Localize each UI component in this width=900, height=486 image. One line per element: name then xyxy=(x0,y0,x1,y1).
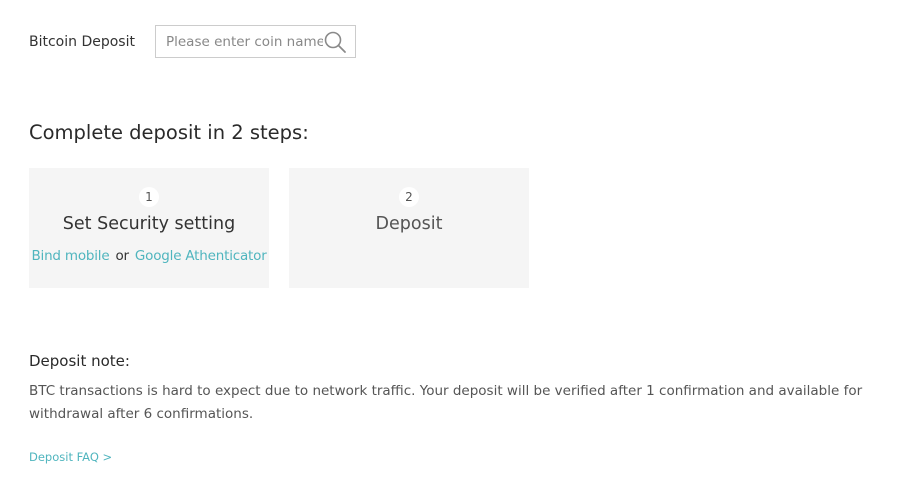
deposit-note-title: Deposit note: xyxy=(29,352,130,370)
bind-mobile-link[interactable]: Bind mobile xyxy=(31,248,109,264)
deposit-faq-link[interactable]: Deposit FAQ > xyxy=(29,450,112,464)
coin-search-box[interactable] xyxy=(154,25,356,58)
step-label: Set Security setting xyxy=(62,214,236,234)
step-number: 1 xyxy=(139,187,159,207)
step-card-deposit: 2 Deposit xyxy=(289,168,529,288)
deposit-page: Bitcoin Deposit Complete deposit in 2 st… xyxy=(0,0,900,486)
coin-deposit-title: Bitcoin Deposit xyxy=(29,33,135,50)
step-label: Deposit xyxy=(375,214,443,234)
google-authenticator-link[interactable]: Google Athenticator xyxy=(135,248,267,264)
or-separator: or xyxy=(115,248,129,264)
deposit-header: Bitcoin Deposit xyxy=(29,25,356,58)
step-number: 2 xyxy=(399,187,419,207)
deposit-note-text: BTC transactions is hard to expect due t… xyxy=(29,383,863,422)
coin-search-input[interactable] xyxy=(165,33,323,50)
steps-heading: Complete deposit in 2 steps: xyxy=(29,121,309,144)
search-icon[interactable] xyxy=(323,30,347,54)
step-card-security: 1 Set Security setting Bind mobile or Goog… xyxy=(29,168,269,288)
security-options: Bind mobile or Google Athenticator xyxy=(29,248,269,264)
